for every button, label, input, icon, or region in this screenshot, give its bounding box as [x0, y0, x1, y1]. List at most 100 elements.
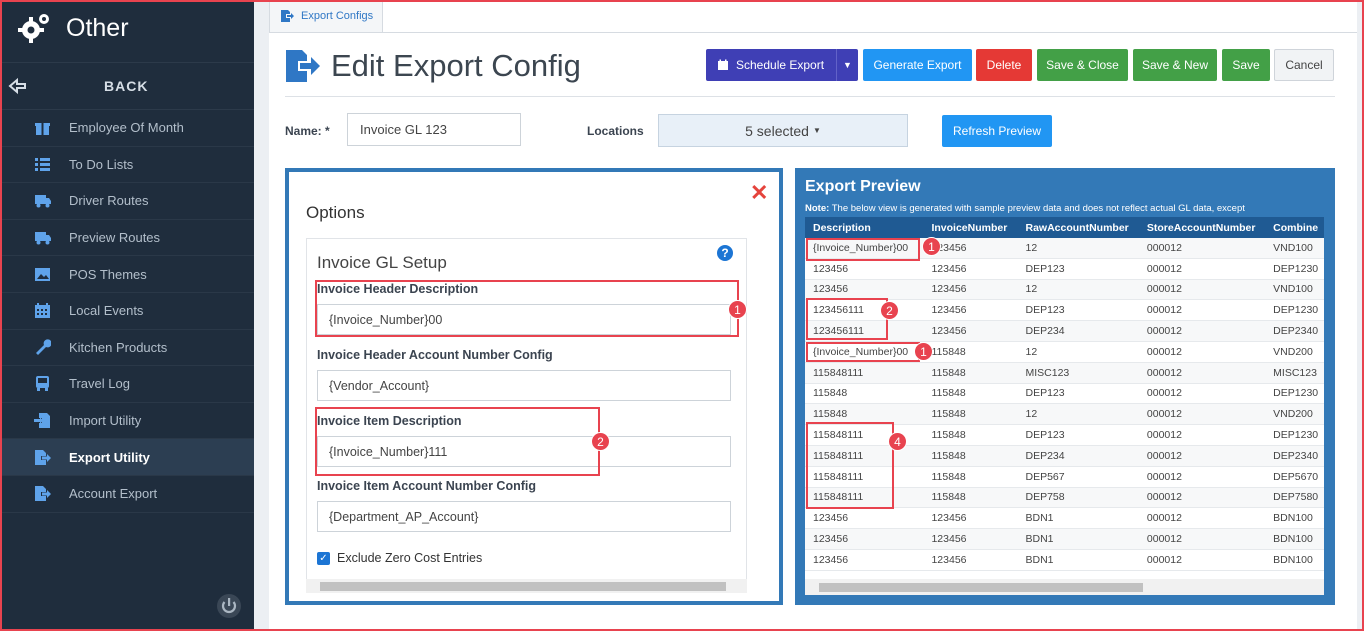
sidebar-item-pos-themes[interactable]: POS Themes — [0, 256, 254, 293]
horizontal-scrollbar[interactable] — [306, 579, 747, 593]
table-cell: DEP2340 — [1273, 449, 1319, 462]
sidebar-item-label: Import Utility — [69, 413, 142, 429]
table-cell: 115848 — [931, 366, 966, 379]
sidebar-item-travel-log[interactable]: Travel Log — [0, 366, 254, 403]
scrollbar-thumb[interactable] — [320, 582, 726, 591]
table-cell: 12 — [1025, 408, 1038, 421]
sidebar-item-label: Kitchen Products — [69, 339, 168, 355]
table-cell: 123456 — [813, 283, 849, 296]
table-cell: 123456 — [813, 262, 849, 275]
scrollbar-thumb[interactable] — [819, 583, 1143, 592]
table-cell: 000012 — [1146, 241, 1182, 254]
table-cell: DEP758 — [1025, 491, 1065, 504]
schedule-export-button[interactable]: Schedule Export ▼ — [706, 49, 858, 81]
import-icon — [34, 413, 50, 429]
options-panel-body: Options ✕ Invoice GL Setup ? Invoice Hea… — [289, 172, 779, 601]
truck-icon — [35, 232, 51, 245]
power-icon[interactable] — [216, 593, 242, 619]
table-cell: BDN1 — [1025, 553, 1054, 566]
table-cell: BDN100 — [1273, 512, 1313, 525]
table-cell: 000012 — [1146, 262, 1182, 275]
close-icon[interactable]: ✕ — [750, 180, 768, 206]
delete-button[interactable]: Delete — [976, 49, 1032, 81]
sidebar-item-kitchen-products[interactable]: Kitchen Products — [0, 330, 254, 367]
table-cell: 115848 — [931, 429, 966, 442]
back-button[interactable]: BACK — [0, 62, 254, 110]
table-cell: 000012 — [1146, 512, 1182, 525]
table-row[interactable]: 123456 123456 BDN1 000012 BDN100 — [805, 529, 1324, 550]
sidebar-header: Other — [0, 0, 254, 56]
sidebar-item-label: To Do Lists — [69, 156, 134, 172]
sidebar-item-export-utility[interactable]: Export Utility — [0, 439, 254, 476]
sidebar-item-account-export[interactable]: Account Export — [0, 476, 254, 513]
table-row[interactable]: 123456 123456 BDN1 000012 BDN100 — [805, 508, 1324, 530]
table-cell: 123456 — [931, 553, 967, 566]
sidebar-item-label: Employee Of Month — [69, 120, 184, 136]
exclude-zero-cost-label: Exclude Zero Cost Entries — [337, 551, 483, 565]
save-button[interactable]: Save — [1222, 49, 1270, 81]
locations-dropdown[interactable]: 5 selected ▼ — [658, 114, 908, 147]
sidebar-item-to-do-lists[interactable]: To Do Lists — [0, 147, 254, 184]
grid-horizontal-scrollbar[interactable] — [805, 579, 1324, 595]
table-row[interactable]: 115848111 115848 MISC123 000012 MISC123 — [805, 362, 1324, 384]
table-cell: 000012 — [1146, 533, 1182, 546]
table-row[interactable]: 123456 123456 BDN1 000012 BDN100 — [805, 550, 1324, 571]
options-panel: Options ✕ Invoice GL Setup ? Invoice Hea… — [285, 168, 783, 605]
annotation-badge: 2 — [591, 432, 610, 451]
save-new-button[interactable]: Save & New — [1133, 49, 1217, 81]
truck-icon — [35, 195, 51, 208]
annotation-box — [806, 342, 920, 362]
table-cell: BDN100 — [1273, 533, 1313, 546]
table-cell: 12 — [1025, 241, 1038, 254]
sidebar-item-driver-routes[interactable]: Driver Routes — [0, 183, 254, 220]
table-cell: 123456 — [931, 304, 967, 317]
table-cell: DEP7580 — [1273, 491, 1319, 504]
exclude-zero-cost-checkbox[interactable]: ✓ Exclude Zero Cost Entries — [317, 551, 482, 565]
table-cell: 000012 — [1146, 325, 1182, 338]
table-cell: 123456 — [931, 262, 967, 275]
table-row[interactable]: 123456 123456 DEP123 000012 DEP1230 — [805, 259, 1324, 280]
column-header[interactable]: StoreAccountNumber — [1139, 217, 1265, 238]
invoice-item-account-input[interactable]: {Department_AP_Account} — [317, 501, 731, 532]
invoice-item-account-label: Invoice Item Account Number Config — [317, 479, 537, 493]
caret-down-icon[interactable]: ▼ — [836, 49, 858, 81]
table-cell: 000012 — [1146, 304, 1182, 317]
table-cell: 000012 — [1146, 387, 1182, 400]
table-cell: 123456 — [813, 533, 849, 546]
name-input[interactable]: Invoice GL 123 — [347, 113, 521, 146]
invoice-header-account-input[interactable]: {Vendor_Account} — [317, 370, 731, 401]
help-icon[interactable]: ? — [717, 245, 733, 261]
back-label: BACK — [104, 78, 149, 94]
table-cell: VND200 — [1273, 345, 1313, 358]
annotation-badge: 1 — [922, 237, 941, 256]
sidebar-item-employee-of-month[interactable]: Employee Of Month — [0, 110, 254, 147]
table-cell: 123456 — [813, 512, 849, 525]
column-header[interactable]: Description — [805, 217, 923, 238]
preview-grid: Description InvoiceNumber RawAccountNumb… — [805, 217, 1324, 595]
preview-note-text: The below view is generated with sample … — [829, 203, 1245, 214]
table-cell: MISC123 — [1273, 366, 1317, 379]
table-row[interactable]: 115848 115848 DEP123 000012 DEP1230 — [805, 384, 1324, 405]
page-header: Edit Export Config — [285, 48, 581, 84]
table-cell: DEP1230 — [1273, 304, 1319, 317]
tab-export-configs[interactable]: Export Configs — [269, 0, 383, 33]
annotation-badge: 4 — [888, 432, 907, 451]
calendar-icon — [718, 59, 728, 70]
sidebar-item-import-utility[interactable]: Import Utility — [0, 403, 254, 440]
table-cell: BDN1 — [1025, 533, 1054, 546]
table-cell: 115848 — [931, 408, 966, 421]
refresh-preview-button[interactable]: Refresh Preview — [942, 115, 1052, 147]
table-cell: BDN1 — [1025, 512, 1054, 525]
column-header[interactable]: InvoiceNumber — [923, 217, 1017, 238]
sidebar-item-preview-routes[interactable]: Preview Routes — [0, 220, 254, 257]
sidebar-item-local-events[interactable]: Local Events — [0, 293, 254, 330]
column-header[interactable]: Combine — [1265, 217, 1324, 238]
cancel-button[interactable]: Cancel — [1274, 49, 1334, 81]
column-header[interactable]: RawAccountNumber — [1018, 217, 1139, 238]
generate-export-button[interactable]: Generate Export — [863, 49, 972, 81]
save-close-button[interactable]: Save & Close — [1037, 49, 1128, 81]
gift-icon — [35, 123, 50, 136]
header-divider — [285, 96, 1335, 97]
table-cell: 115848 — [931, 387, 966, 400]
table-cell: BDN100 — [1273, 553, 1313, 566]
